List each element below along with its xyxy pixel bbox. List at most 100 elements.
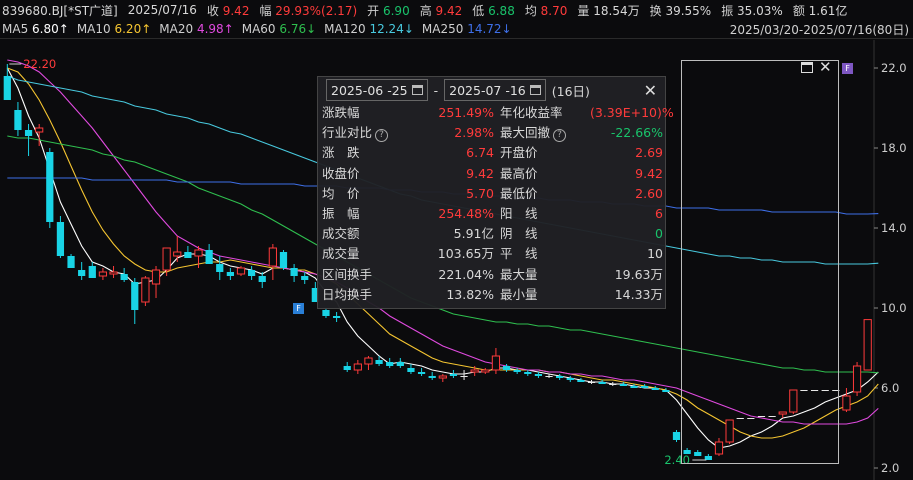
candle-body bbox=[290, 268, 298, 276]
y-tick-label: 10.0 bbox=[881, 301, 907, 315]
ma250-name: MA250 bbox=[421, 22, 464, 36]
date-separator: - bbox=[433, 82, 439, 98]
y-tick-label: 22.0 bbox=[881, 61, 907, 75]
amplitude-label: 振 bbox=[721, 3, 734, 18]
stat-value: -22.66% bbox=[610, 125, 663, 141]
stat-label: 涨跌幅 bbox=[322, 105, 360, 120]
candle-body bbox=[417, 372, 426, 374]
calendar-icon[interactable] bbox=[529, 85, 541, 95]
close-selection-icon[interactable]: ✕ bbox=[819, 60, 832, 75]
volume-value: 18.54万 bbox=[593, 3, 640, 18]
ma120-legend[interactable]: MA120 12.24↓ bbox=[324, 22, 414, 36]
amount-value: 1.61亿 bbox=[808, 3, 848, 18]
amount-label: 额 bbox=[792, 3, 805, 18]
stat-label: 均 价 bbox=[322, 185, 360, 201]
stat-label: 平 线 bbox=[500, 246, 538, 262]
amount-field: 额 1.61亿 bbox=[793, 2, 848, 19]
ma250-legend[interactable]: MA250 14.72↓ bbox=[422, 22, 512, 36]
ma60-legend[interactable]: MA60 6.76↓ bbox=[242, 22, 316, 36]
stat-label: 行业对比? bbox=[322, 123, 410, 143]
end-date-field[interactable]: 2025-07 -16 bbox=[444, 79, 546, 101]
stat-label: 开盘价 bbox=[500, 145, 538, 161]
candle-body bbox=[524, 372, 532, 374]
stat-value: 103.65万 bbox=[437, 246, 494, 262]
candle-body bbox=[268, 247, 277, 267]
stat-value: 6.74 bbox=[466, 145, 494, 161]
close-icon[interactable]: ✕ bbox=[644, 81, 657, 100]
candle-body bbox=[248, 270, 256, 276]
candle-body bbox=[226, 272, 234, 276]
candle-body bbox=[641, 386, 649, 388]
interval-selection-box[interactable] bbox=[681, 60, 839, 464]
close-label: 收 bbox=[206, 3, 219, 18]
candle-body bbox=[141, 277, 150, 303]
candle-body bbox=[56, 222, 65, 256]
change-field: 幅 29.93%(2.17) bbox=[259, 2, 357, 19]
stat-label: 阳 线 bbox=[500, 205, 538, 221]
panel-header: 2025-06 -25 - 2025-07 -16 (16日) ✕ bbox=[318, 77, 665, 103]
high-value: 9.42 bbox=[435, 3, 463, 18]
ma10-legend[interactable]: MA10 6.20↑ bbox=[77, 22, 151, 36]
maximize-icon[interactable] bbox=[801, 62, 813, 73]
candle-body bbox=[364, 357, 373, 365]
candle-body bbox=[534, 374, 543, 376]
candle-body bbox=[120, 274, 128, 280]
ma5-legend[interactable]: MA5 6.80↑ bbox=[2, 22, 69, 36]
f-badge-event[interactable]: F bbox=[293, 303, 304, 314]
stat-label: 最低价 bbox=[500, 185, 538, 201]
turnover-value: 39.55% bbox=[665, 3, 712, 18]
high-label: 高 bbox=[419, 3, 432, 18]
high-marker-label: 22.20 bbox=[23, 57, 56, 71]
candle-body bbox=[301, 276, 309, 280]
candle-body bbox=[852, 365, 862, 393]
calendar-icon[interactable] bbox=[411, 85, 423, 95]
stat-label: 成交额 bbox=[322, 226, 360, 242]
selection-controls: ✕ bbox=[801, 60, 832, 75]
candle-body bbox=[353, 363, 362, 371]
candle-body bbox=[78, 270, 86, 276]
ma20-legend[interactable]: MA20 4.98↑ bbox=[159, 22, 233, 36]
start-date-value: 2025-06 -25 bbox=[331, 82, 408, 98]
candle-body bbox=[67, 256, 75, 268]
close-field: 收 9.42 bbox=[207, 2, 250, 19]
ma250-value: 14.72↓ bbox=[467, 22, 512, 36]
candle-body bbox=[194, 249, 203, 257]
stat-label: 成交量 bbox=[322, 246, 360, 262]
candle-body bbox=[162, 247, 171, 271]
candle-body bbox=[396, 362, 404, 366]
help-icon[interactable]: ? bbox=[553, 129, 567, 143]
stat-value: 19.63万 bbox=[614, 266, 663, 282]
stat-value: 5.70 bbox=[466, 185, 494, 201]
candle-body bbox=[14, 110, 22, 130]
candle-body bbox=[619, 384, 627, 386]
candle-body bbox=[545, 376, 553, 377]
stat-value: 2.69 bbox=[635, 145, 663, 161]
y-tick-label: 14.0 bbox=[881, 221, 907, 235]
candle-body bbox=[332, 316, 341, 318]
y-tick-label: 2.0 bbox=[881, 461, 899, 475]
candle-body bbox=[24, 130, 33, 136]
change-label: 幅 bbox=[259, 3, 272, 18]
candle-body bbox=[98, 271, 108, 277]
turnover-label: 换 bbox=[649, 3, 662, 18]
low-label: 低 bbox=[472, 3, 485, 18]
stock-code[interactable]: 839680.BJ[*ST广道] bbox=[2, 2, 118, 19]
help-icon[interactable]: ? bbox=[375, 129, 389, 143]
stat-label: 年化收益率 bbox=[500, 105, 563, 120]
stat-value: 9.42 bbox=[466, 165, 494, 181]
stat-value: 10 bbox=[647, 246, 663, 262]
ma10-value: 6.20↑ bbox=[114, 22, 152, 36]
ma20-name: MA20 bbox=[159, 22, 194, 36]
ma20-value: 4.98↑ bbox=[196, 22, 234, 36]
f-badge[interactable]: F bbox=[842, 63, 853, 74]
candle-body bbox=[407, 368, 415, 372]
stat-label: 收盘价 bbox=[322, 165, 360, 181]
start-date-field[interactable]: 2025-06 -25 bbox=[326, 79, 428, 101]
stat-value: 9.42 bbox=[635, 165, 663, 181]
candle-body bbox=[842, 395, 851, 411]
ma5-name: MA5 bbox=[2, 22, 29, 36]
high-field: 高 9.42 bbox=[420, 2, 463, 19]
stat-value: 2.98% bbox=[454, 125, 494, 141]
date-range-label[interactable]: 2025/03/20-2025/07/16(80日) bbox=[730, 21, 909, 38]
candle-body bbox=[35, 127, 44, 133]
